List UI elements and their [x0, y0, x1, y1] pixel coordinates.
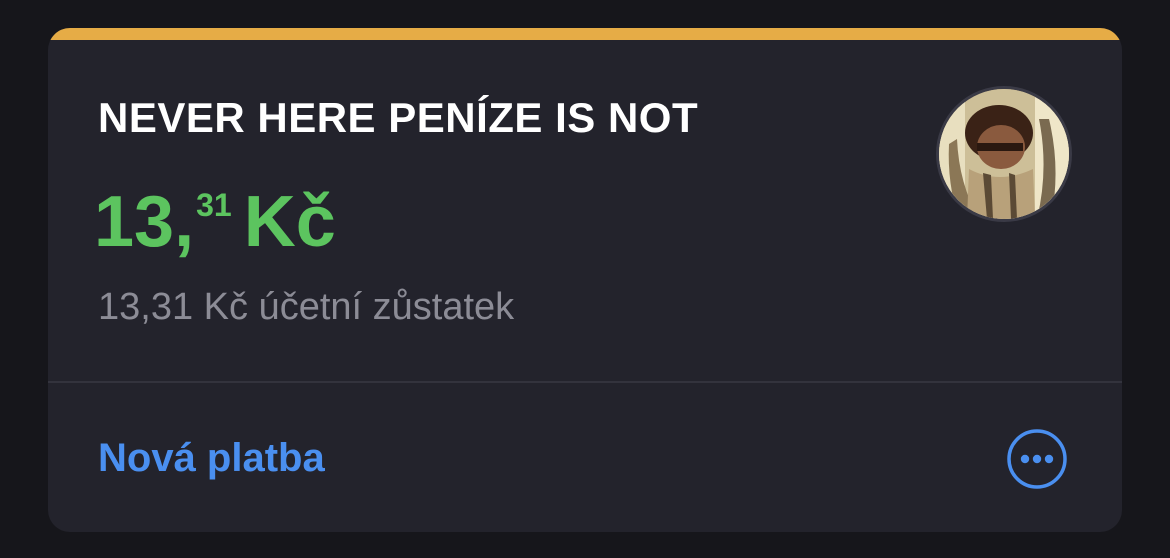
avatar[interactable] — [936, 86, 1072, 222]
available-balance: 13,31 Kč — [94, 186, 336, 258]
more-options-button[interactable] — [1006, 428, 1068, 490]
balance-currency: Kč — [243, 182, 336, 262]
account-card[interactable]: NEVER HERE PENÍZE IS NOT 13,31 Kč 13,31 K… — [48, 28, 1122, 532]
card-accent-bar — [48, 28, 1122, 40]
more-horizontal-icon — [1007, 429, 1067, 489]
accounting-balance: 13,31 Kč účetní zůstatek — [98, 286, 515, 328]
new-payment-button[interactable]: Nová platba — [98, 436, 325, 481]
user-photo-icon — [939, 89, 1069, 219]
card-divider — [48, 381, 1122, 383]
balance-separator: , — [174, 182, 195, 262]
balance-decimal: 31 — [196, 187, 232, 223]
account-name: NEVER HERE PENÍZE IS NOT — [98, 94, 699, 141]
balance-integer: 13 — [94, 182, 175, 262]
